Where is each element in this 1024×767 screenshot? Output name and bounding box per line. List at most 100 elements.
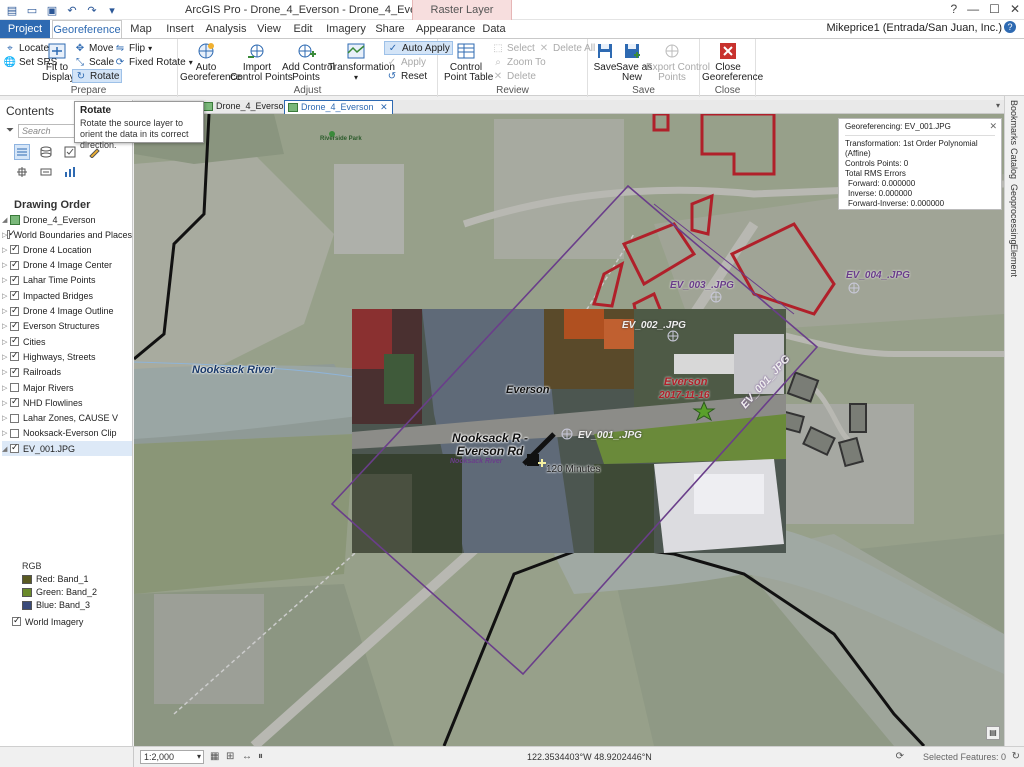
folder-icon[interactable]: ▭ xyxy=(24,2,40,18)
rotate-button[interactable]: ↻ Rotate xyxy=(72,69,123,83)
expand-icon[interactable]: ▷ xyxy=(2,338,10,346)
layer-row[interactable]: ▷ Cities xyxy=(2,334,132,349)
layer-checkbox[interactable] xyxy=(10,274,19,285)
close-icon[interactable]: ✕ xyxy=(1010,2,1020,16)
layer-row[interactable]: ▷ NHD Flowlines xyxy=(2,395,132,410)
drone-image[interactable] xyxy=(352,309,786,553)
reset-button[interactable]: ↺ Reset xyxy=(386,70,427,82)
tab-map[interactable]: Map xyxy=(126,20,156,38)
export-control-points-button[interactable]: Export Control Points xyxy=(646,41,710,83)
layer-row[interactable]: ▷ Drone 4 Image Outline xyxy=(2,304,132,319)
maximize-icon[interactable]: ☐ xyxy=(989,2,1000,16)
layer-checkbox[interactable] xyxy=(10,442,19,454)
expand-icon[interactable]: ▷ xyxy=(2,261,10,269)
filter-icon[interactable]: ⏷ xyxy=(6,125,14,136)
layer-world-imagery[interactable]: World Imagery xyxy=(12,614,83,629)
pan-icon[interactable]: ↔ xyxy=(242,751,252,762)
layer-row[interactable]: ▷ Nooksack-Everson Clip xyxy=(2,426,132,441)
save-as-new-button[interactable]: Save as New xyxy=(616,41,652,83)
expand-icon[interactable]: ▷ xyxy=(2,292,10,300)
undo-icon[interactable]: ↶ xyxy=(64,2,80,18)
view-tab-2[interactable]: Drone_4_Everson ✕ xyxy=(284,100,393,114)
layer-checkbox[interactable] xyxy=(10,335,19,347)
flip-button[interactable]: ⇋ Flip ▾ xyxy=(114,42,152,54)
customize-icon[interactable]: ▾ xyxy=(104,2,120,18)
expand-icon[interactable]: ▷ xyxy=(2,353,10,361)
expand-icon[interactable]: ▷ xyxy=(2,276,10,284)
tab-view[interactable]: View xyxy=(254,20,284,38)
control-point-table-button[interactable]: Control Point Table xyxy=(444,41,493,83)
layer-checkbox[interactable] xyxy=(10,305,19,316)
tab-overflow-icon[interactable]: ▾ xyxy=(996,101,1000,110)
layer-row[interactable]: ▷World Boundaries and Places xyxy=(2,227,132,242)
tab-appearance[interactable]: Appearance xyxy=(416,20,475,38)
expand-icon[interactable]: ▷ xyxy=(2,429,10,437)
user-account[interactable]: Mikeprice1 (Entrada/San Juan, Inc.) xyxy=(827,22,1002,34)
layer-row[interactable]: ▷ Lahar Zones, CAUSE V xyxy=(2,411,132,426)
minimize-icon[interactable]: — xyxy=(967,2,979,16)
auto-georeference-button[interactable]: Auto Georeference xyxy=(180,41,241,83)
add-control-points-button[interactable]: Add Control Points xyxy=(282,41,335,83)
fixed-zoom-icon[interactable]: ⊞ xyxy=(226,751,234,762)
layer-checkbox[interactable] xyxy=(10,383,19,392)
layer-checkbox[interactable] xyxy=(10,289,19,301)
refresh-icon[interactable]: ⟳ xyxy=(896,751,904,762)
scale-button[interactable]: ⤡ Scale xyxy=(74,56,114,68)
layer-row[interactable]: ▷ Lahar Time Points xyxy=(2,273,132,288)
redo-icon[interactable]: ↷ xyxy=(84,2,100,18)
select-button[interactable]: ⬚ Select xyxy=(492,42,535,54)
close-icon[interactable]: ✕ xyxy=(989,121,997,131)
list-by-data-source-icon[interactable] xyxy=(38,144,54,160)
pause-icon[interactable]: ⏸ xyxy=(258,751,263,762)
scale-selector[interactable]: 1:2,000 ▾ xyxy=(140,750,204,764)
account-help-button[interactable]: ? xyxy=(1004,21,1016,33)
tab-edit[interactable]: Edit xyxy=(290,20,316,38)
list-by-labeling-icon[interactable] xyxy=(38,164,54,180)
expand-icon[interactable]: ▷ xyxy=(2,414,10,422)
map-view-icon[interactable]: ▤ xyxy=(986,726,1000,740)
collapse-icon[interactable]: ◢ xyxy=(2,216,10,224)
import-control-points-button[interactable]: Import Control Points xyxy=(230,41,293,83)
close-georeference-button[interactable]: Close Georeference xyxy=(702,41,763,83)
layer-row[interactable]: ▷ Impacted Bridges xyxy=(2,288,132,303)
layer-checkbox[interactable] xyxy=(10,396,19,408)
layer-checkbox[interactable] xyxy=(12,615,21,626)
dock-tab-bookmarks[interactable]: Bookmarks xyxy=(1009,100,1019,145)
close-tab-icon[interactable]: ✕ xyxy=(380,102,388,112)
expand-icon[interactable]: ▷ xyxy=(2,307,10,315)
move-button[interactable]: ✥ Move xyxy=(74,42,114,54)
list-by-charts-icon[interactable] xyxy=(62,164,78,180)
delete-all-button[interactable]: ✕ Delete All xyxy=(538,42,595,54)
tab-georeference[interactable]: Georeference xyxy=(52,20,122,38)
layer-checkbox[interactable] xyxy=(10,243,19,255)
tab-data[interactable]: Data xyxy=(480,20,508,38)
layer-row[interactable]: ▷ Drone 4 Image Center xyxy=(2,258,132,273)
layer-row[interactable]: ▷ Drone 4 Location xyxy=(2,242,132,257)
transformation-button[interactable]: Transformation ▾ xyxy=(328,41,395,83)
expand-icon[interactable]: ▷ xyxy=(2,246,10,254)
layer-checkbox[interactable] xyxy=(7,228,17,239)
layer-checkbox[interactable] xyxy=(10,428,19,438)
layer-checkbox[interactable] xyxy=(10,350,19,362)
delete-button[interactable]: ✕ Delete xyxy=(492,70,536,82)
layer-row[interactable]: ▷ Everson Structures xyxy=(2,319,132,334)
dock-tab-element[interactable]: Element xyxy=(1009,244,1019,277)
expand-icon[interactable]: ▷ xyxy=(2,384,10,392)
layer-row[interactable]: ◢ EV_001.JPG xyxy=(2,441,132,457)
dock-tab-geoprocessing[interactable]: Geoprocessing xyxy=(1009,184,1019,245)
fit-to-display-button[interactable]: Fit to Display xyxy=(42,41,75,83)
map-node[interactable]: ◢ Drone_4_Everson xyxy=(2,212,96,227)
layer-row[interactable]: ▷ Railroads xyxy=(2,365,132,380)
layer-checkbox[interactable] xyxy=(10,259,19,270)
layer-checkbox[interactable] xyxy=(10,413,19,423)
expand-icon[interactable]: ▷ xyxy=(2,399,10,407)
tab-insert[interactable]: Insert xyxy=(164,20,196,38)
save-button[interactable]: Save xyxy=(592,41,618,73)
help-icon[interactable]: ? xyxy=(950,2,957,16)
layer-row[interactable]: ▷ Highways, Streets xyxy=(2,349,132,364)
tab-project[interactable]: Project xyxy=(0,20,50,38)
zoom-to-button[interactable]: ⌕ Zoom To xyxy=(492,56,546,68)
tab-analysis[interactable]: Analysis xyxy=(204,20,248,38)
grid-icon[interactable]: ▦ xyxy=(210,751,219,762)
list-by-drawing-order-icon[interactable] xyxy=(14,144,30,160)
